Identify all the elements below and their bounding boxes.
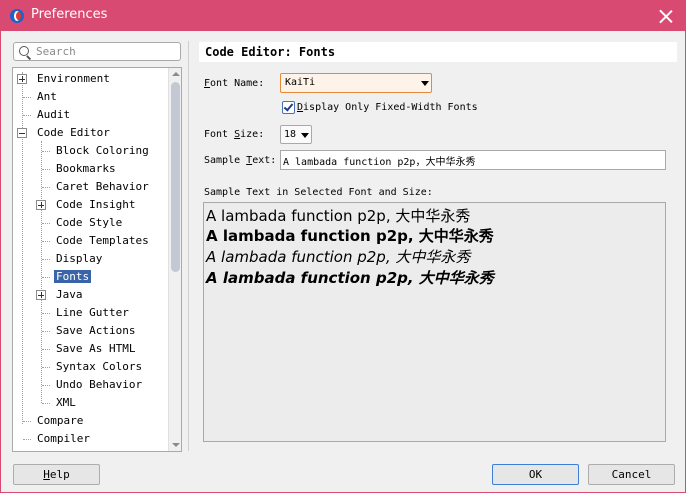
tree-guide-line: [42, 367, 50, 368]
tree-item-save-as-html[interactable]: Save As HTML: [54, 340, 137, 358]
tree-guide-line: [42, 349, 50, 350]
preview-italic-line: A lambada function p2p, 大中华永秀: [206, 248, 471, 266]
tree-guide-line: [42, 259, 50, 260]
search-input[interactable]: [36, 44, 176, 59]
expand-plus-icon[interactable]: [17, 74, 27, 84]
tree-item-code-style[interactable]: Code Style: [54, 214, 124, 232]
splitter[interactable]: [188, 41, 189, 451]
tree-item-audit[interactable]: Audit: [35, 106, 72, 124]
tree-item-block-coloring[interactable]: Block Coloring: [54, 142, 151, 160]
tree-item-xml[interactable]: XML: [54, 394, 78, 412]
font-preview-area: A lambada function p2p, 大中华永秀 A lambada …: [203, 202, 666, 442]
tree-item-bookmarks[interactable]: Bookmarks: [54, 160, 118, 178]
sample-text-input[interactable]: [280, 150, 666, 170]
tree-guide-line: [22, 72, 23, 424]
tree-guide-line: [41, 141, 42, 403]
tree-guide-line: [42, 403, 50, 404]
font-size-combobox[interactable]: 18: [280, 125, 312, 144]
preferences-tree: Environment Ant Audit Code Editor Block …: [12, 67, 182, 452]
search-icon: [19, 46, 29, 56]
tree-item-fonts[interactable]: Fonts: [54, 268, 92, 286]
collapse-minus-icon[interactable]: [17, 128, 27, 138]
tree-item-code-editor[interactable]: Code Editor: [35, 124, 112, 142]
tree-item-caret-behavior[interactable]: Caret Behavior: [54, 178, 151, 196]
help-button[interactable]: Help: [13, 464, 100, 485]
tree-item-java[interactable]: Java: [54, 286, 85, 304]
tree-item-compare[interactable]: Compare: [35, 412, 85, 430]
tree-guide-line: [23, 97, 31, 98]
preview-bold-italic-line: A lambada function p2p, 大中华永秀: [206, 269, 494, 287]
scroll-thumb[interactable]: [171, 82, 180, 272]
tree-item-code-templates[interactable]: Code Templates: [54, 232, 151, 250]
title-bar: Preferences: [1, 1, 685, 31]
tree-item-save-actions[interactable]: Save Actions: [54, 322, 137, 340]
tree-item-ant[interactable]: Ant: [35, 88, 59, 106]
cancel-button[interactable]: Cancel: [588, 464, 675, 485]
tree-guide-line: [42, 385, 50, 386]
tree-guide-line: [23, 115, 31, 116]
close-icon[interactable]: [657, 7, 675, 25]
tree-item-line-gutter[interactable]: Line Gutter: [54, 304, 131, 322]
tree-guide-line: [23, 421, 31, 422]
chevron-down-icon: [301, 133, 309, 138]
tree-guide-line: [42, 223, 50, 224]
tree-guide-line: [42, 331, 50, 332]
font-size-value: 18: [284, 129, 297, 140]
panel-header: Code Editor: Fonts: [199, 42, 677, 62]
tree-guide-line: [42, 241, 50, 242]
tree-item-syntax-colors[interactable]: Syntax Colors: [54, 358, 144, 376]
tree-guide-line: [42, 277, 50, 278]
search-box[interactable]: [13, 42, 181, 61]
expand-plus-icon[interactable]: [36, 290, 46, 300]
chevron-down-icon: [421, 81, 429, 86]
ok-button[interactable]: OK: [492, 464, 579, 485]
font-name-value: KaiTi: [285, 77, 316, 88]
app-logo-icon: [10, 9, 24, 23]
tree-item-display[interactable]: Display: [54, 250, 104, 268]
preview-label: Sample Text in Selected Font and Size:: [204, 187, 433, 198]
font-name-label: Font Name:: [204, 78, 265, 89]
scroll-down-arrow-icon[interactable]: [172, 443, 180, 447]
sample-text-label: Sample Text:: [204, 155, 277, 166]
preview-regular-line: A lambada function p2p, 大中华永秀: [206, 207, 471, 225]
preferences-window: Preferences Environment Ant Audit Code E…: [0, 0, 686, 493]
font-name-combobox[interactable]: KaiTi: [280, 73, 432, 93]
tree-guide-line: [42, 169, 50, 170]
tree-guide-line: [23, 439, 31, 440]
tree-item-code-insight[interactable]: Code Insight: [54, 196, 137, 214]
expand-plus-icon[interactable]: [36, 200, 46, 210]
preview-bold-line: A lambada function p2p, 大中华永秀: [206, 227, 494, 245]
font-size-label: Font Size:: [204, 129, 265, 140]
tree-guide-line: [42, 187, 50, 188]
scroll-up-arrow-icon[interactable]: [172, 72, 180, 76]
fixed-width-label[interactable]: Display Only Fixed-Width Fonts: [297, 102, 478, 113]
page-title: Code Editor: Fonts: [205, 45, 336, 59]
tree-item-undo-behavior[interactable]: Undo Behavior: [54, 376, 144, 394]
tree-guide-line: [42, 313, 50, 314]
tree-guide-line: [42, 151, 50, 152]
tree-item-environment[interactable]: Environment: [35, 70, 112, 88]
window-title: Preferences: [31, 7, 108, 22]
tree-scrollbar[interactable]: [168, 68, 181, 451]
tree-item-compiler[interactable]: Compiler: [35, 430, 92, 448]
fixed-width-checkbox[interactable]: [282, 101, 295, 114]
